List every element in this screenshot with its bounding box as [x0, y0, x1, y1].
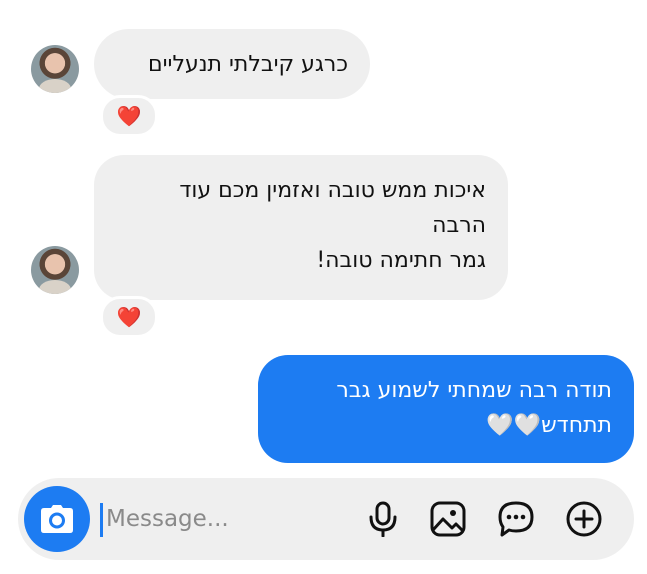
microphone-icon: [369, 501, 397, 537]
message-input[interactable]: [106, 499, 266, 539]
text-cursor: [100, 503, 103, 537]
message-text: תודה רבה שמחתי לשמוע גבר: [336, 378, 612, 403]
message-text: הרבה: [432, 213, 486, 238]
microphone-button[interactable]: [363, 499, 403, 539]
incoming-message-bubble[interactable]: כרגע קיבלתי תנעליים: [94, 29, 370, 99]
message-reaction[interactable]: ❤️: [100, 95, 158, 137]
sender-avatar[interactable]: [31, 45, 79, 93]
message-reaction[interactable]: ❤️: [100, 296, 158, 338]
gallery-button[interactable]: [428, 499, 468, 539]
message-text: גמר חתימה טובה!: [316, 248, 486, 273]
message-composer: [18, 478, 634, 560]
sender-avatar[interactable]: [31, 246, 79, 294]
message-text: איכות ממש טובה ואזמין מכם עוד: [179, 178, 486, 203]
message-text: תתחדש🤍🤍: [486, 413, 612, 438]
outgoing-message-bubble[interactable]: תודה רבה שמחתי לשמוע גבר תתחדש🤍🤍: [258, 355, 634, 463]
heart-reaction-icon: ❤️: [116, 305, 142, 329]
incoming-message-bubble[interactable]: איכות ממש טובה ואזמין מכם עוד הרבה גמר ח…: [94, 155, 508, 300]
heart-reaction-icon: ❤️: [116, 104, 142, 128]
message-text: כרגע קיבלתי תנעליים: [148, 51, 348, 77]
sticker-button[interactable]: [496, 499, 536, 539]
gallery-icon: [430, 501, 466, 537]
add-button[interactable]: [564, 499, 604, 539]
camera-icon: [41, 505, 73, 533]
camera-button[interactable]: [24, 486, 90, 552]
add-icon: [566, 501, 602, 537]
sticker-icon: [498, 501, 534, 537]
